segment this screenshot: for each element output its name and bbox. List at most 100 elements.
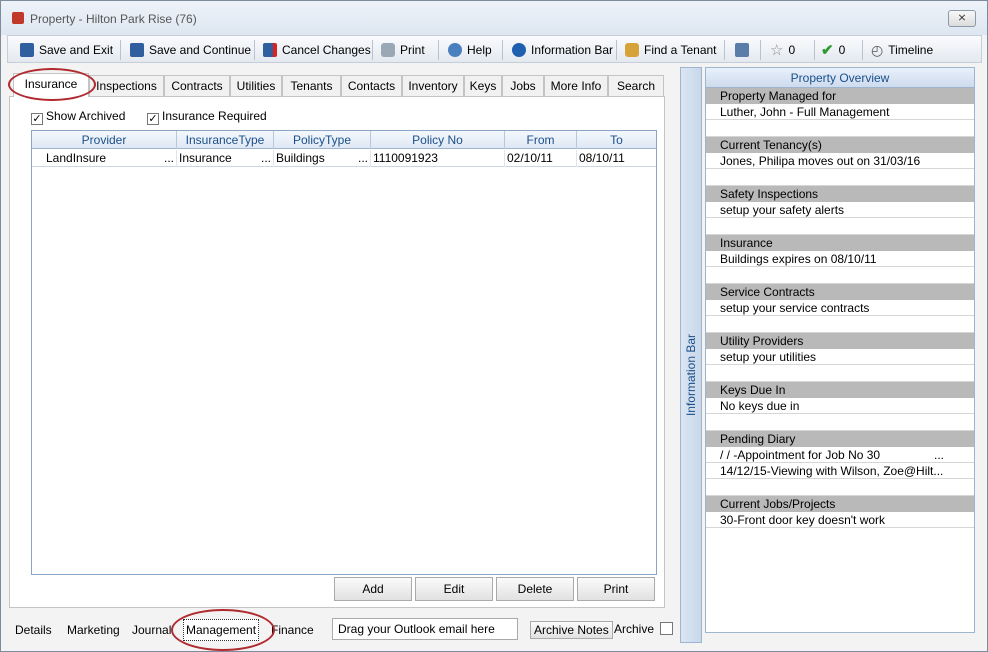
insurance-required-label: Insurance Required (162, 109, 267, 123)
tab-finance[interactable]: Finance (271, 617, 314, 641)
grid-header: Provider InsuranceType PolicyType Policy… (32, 131, 656, 149)
completed-button[interactable]: ✔ 0 (821, 39, 845, 61)
column-to[interactable]: To (577, 131, 656, 149)
row-ellipsis[interactable]: ... (934, 447, 944, 463)
separator (254, 40, 255, 60)
help-button[interactable]: Help (448, 39, 492, 61)
timeline-button[interactable]: ◴ Timeline (871, 39, 933, 61)
cancel-icon (263, 43, 277, 57)
overview-title: Property Overview (706, 68, 974, 88)
archive-notes-button[interactable]: Archive Notes (530, 621, 613, 639)
section-insurance: Insurance (706, 235, 974, 251)
cell-ellipsis[interactable]: ... (261, 150, 271, 167)
cell-provider: LandInsure (32, 150, 177, 167)
star-icon: ☆ (770, 42, 784, 59)
column-policy-type[interactable]: PolicyType (274, 131, 371, 149)
save-exit-label: Save and Exit (39, 43, 114, 57)
tab-inspections[interactable]: Inspections (89, 75, 164, 97)
table-row[interactable]: LandInsure ... Insurance ... Buildings .… (32, 150, 656, 167)
archive-label: Archive (614, 622, 655, 636)
cell-from: 02/10/11 (505, 150, 577, 167)
overview-spacer (706, 316, 974, 333)
information-bar-toggle[interactable]: Information Bar (680, 67, 702, 643)
archive-checkbox[interactable]: Archive (614, 622, 676, 636)
document-info-button[interactable] (735, 39, 749, 61)
delete-button[interactable]: Delete (496, 577, 574, 601)
check-icon: ✔ (821, 42, 834, 59)
tab-journal[interactable]: Journal (132, 617, 171, 641)
information-bar-label: Information Bar (531, 43, 614, 57)
tab-tenants[interactable]: Tenants (282, 75, 341, 97)
edit-button[interactable]: Edit (415, 577, 493, 601)
save-exit-button[interactable]: Save and Exit (20, 39, 113, 61)
separator (438, 40, 439, 60)
save-continue-button[interactable]: Save and Continue (130, 39, 251, 61)
overview-row[interactable]: Luther, John - Full Management (706, 104, 974, 120)
overview-row[interactable]: setup your safety alerts (706, 202, 974, 218)
overview-spacer (706, 169, 974, 186)
insurance-grid: Provider InsuranceType PolicyType Policy… (31, 130, 657, 575)
cell-policy-type: Buildings (274, 150, 371, 167)
property-window: Property - Hilton Park Rise (76) ⨯ Save … (0, 0, 988, 652)
section-pending-diary: Pending Diary (706, 431, 974, 447)
favourite-button[interactable]: ☆ 0 (770, 39, 795, 61)
printer-icon (381, 43, 395, 57)
find-tenant-button[interactable]: Find a Tenant (625, 39, 717, 61)
separator (616, 40, 617, 60)
overview-row[interactable]: Buildings expires on 08/10/11 (706, 251, 974, 267)
information-bar-button[interactable]: Information Bar (512, 39, 613, 61)
save-icon (130, 43, 144, 57)
tab-keys[interactable]: Keys (464, 75, 502, 97)
highlight-ring-insurance (8, 68, 96, 101)
save-icon (20, 43, 34, 57)
overview-row[interactable]: No keys due in (706, 398, 974, 414)
cell-ellipsis[interactable]: ... (358, 150, 368, 167)
show-archived-checkbox[interactable]: ✓ Show Archived (31, 109, 125, 125)
cell-policy-no: 1110091923 (371, 150, 505, 167)
tab-search[interactable]: Search (608, 75, 664, 97)
overview-row[interactable]: setup your service contracts (706, 300, 974, 316)
tab-more-info[interactable]: More Info (544, 75, 608, 97)
overview-row[interactable]: 30-Front door key doesn't work (706, 512, 974, 528)
column-from[interactable]: From (505, 131, 577, 149)
timeline-label: Timeline (888, 43, 934, 57)
tab-jobs[interactable]: Jobs (502, 75, 544, 97)
highlight-ring-management (171, 609, 275, 651)
overview-row[interactable]: Jones, Philipa moves out on 31/03/16 (706, 153, 974, 169)
column-provider[interactable]: Provider (32, 131, 177, 149)
tab-contracts[interactable]: Contracts (164, 75, 230, 97)
section-keys-due-in: Keys Due In (706, 382, 974, 398)
overview-row[interactable]: 14/12/15-Viewing with Wilson, Zoe@Hilt..… (706, 463, 974, 479)
outlook-drop-area[interactable]: Drag your Outlook email here (332, 618, 518, 640)
show-archived-label: Show Archived (46, 109, 126, 123)
cancel-changes-button[interactable]: Cancel Changes (263, 39, 371, 61)
print-button[interactable]: Print (381, 39, 425, 61)
document-info-icon (735, 43, 749, 57)
people-icon (625, 43, 639, 57)
separator (724, 40, 725, 60)
property-overview-panel: Property Overview Property Managed for L… (705, 67, 975, 633)
help-label: Help (467, 43, 492, 57)
star-count: 0 (788, 43, 796, 57)
print-label: Print (400, 43, 425, 57)
cell-ellipsis[interactable]: ... (164, 150, 174, 167)
tab-contacts[interactable]: Contacts (341, 75, 402, 97)
add-button[interactable]: Add (334, 577, 412, 601)
find-tenant-label: Find a Tenant (644, 43, 717, 57)
insurance-required-checkbox[interactable]: ✓ Insurance Required (147, 109, 267, 125)
section-managed-for: Property Managed for (706, 88, 974, 104)
tab-details[interactable]: Details (15, 617, 52, 641)
column-insurance-type[interactable]: InsuranceType (177, 131, 274, 149)
column-policy-no[interactable]: Policy No (371, 131, 505, 149)
cancel-changes-label: Cancel Changes (282, 43, 371, 57)
property-icon (12, 12, 24, 24)
print-grid-button[interactable]: Print (577, 577, 655, 601)
close-button[interactable]: ⨯ (948, 10, 976, 27)
tab-marketing[interactable]: Marketing (67, 617, 120, 641)
overview-row[interactable]: setup your utilities (706, 349, 974, 365)
tab-inventory[interactable]: Inventory (402, 75, 464, 97)
tab-utilities[interactable]: Utilities (230, 75, 282, 97)
cell-to: 08/10/11 (579, 151, 625, 165)
section-utility-providers: Utility Providers (706, 333, 974, 349)
property-tabs: Insurance Inspections Contracts Utilitie… (9, 73, 665, 97)
